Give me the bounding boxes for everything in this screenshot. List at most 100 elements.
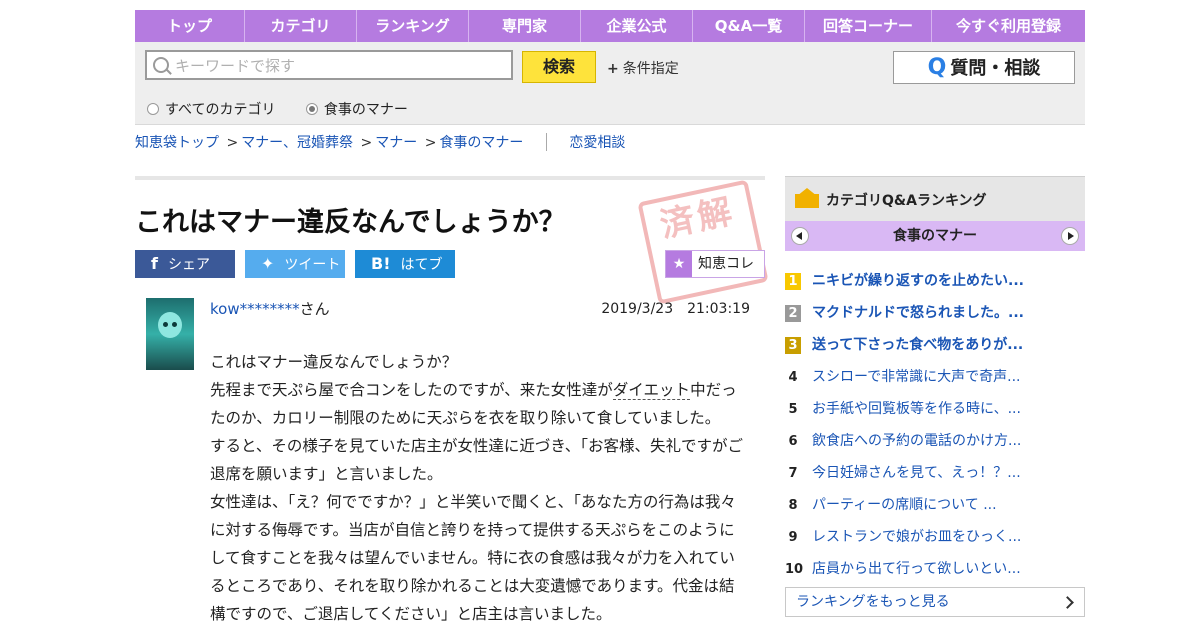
ranking-item-title[interactable]: お手紙や回覧板等を作る時に、... [812, 393, 1021, 425]
user-suffix: さん [299, 300, 330, 318]
list-item[interactable]: 2 マクドナルドで怒られました。... [785, 297, 1085, 329]
ranking-item-title[interactable]: パーティーの席順について ... [812, 489, 997, 521]
category-scope: すべてのカテゴリ 食事のマナー [147, 99, 434, 119]
radio-current-category[interactable]: 食事のマナー [305, 102, 408, 118]
list-item[interactable]: 9 レストランで娘がお皿をひっく... [785, 521, 1085, 553]
question-body: これはマナー違反なんでしょうか？ 先程まで天ぷら屋で合コンをしたのですが、来た女… [210, 348, 745, 628]
ranking-item-title[interactable]: 店員から出て行って欲しいとい... [812, 553, 1021, 585]
avatar[interactable] [146, 298, 194, 370]
hatena-icon: B! [371, 254, 391, 273]
next-arrow-icon[interactable] [1061, 227, 1079, 245]
conditions-link[interactable]: + 条件指定 [607, 58, 679, 78]
ranking-header: カテゴリQ&Aランキング [785, 176, 1085, 221]
search-button[interactable]: 検索 [522, 51, 596, 83]
ranking-list: 1 ニキビが繰り返すのを止めたい... 2 マクドナルドで怒られました。... 3送… [785, 265, 1085, 585]
breadcrumb: 知恵袋トップ > マナー、冠婚葬祭 > マナー > 食事のマナー 恋愛相談 [135, 125, 1085, 161]
list-item[interactable]: 3 送って下さった食べ物をありが... [785, 329, 1085, 361]
radio-selected-icon [305, 103, 318, 115]
breadcrumb-separator: > [226, 135, 239, 151]
more-ranking-button[interactable]: ランキングをもっと見る [785, 587, 1085, 617]
nav-qa-list[interactable]: Q&A一覧 [693, 10, 805, 42]
avatar-eye [163, 322, 168, 327]
rank-number: 10 [785, 562, 804, 577]
nav-answer-corner[interactable]: 回答コーナー [805, 10, 932, 42]
ask-question-button[interactable]: Q 質問・相談 [893, 51, 1075, 84]
ask-question-label: 質問・相談 [950, 58, 1041, 79]
nav-experts[interactable]: 専門家 [469, 10, 581, 42]
list-item[interactable]: 6 飲食店への予約の電話のかけ方... [785, 425, 1085, 457]
question-panel: 済解 これはマナー違反なんでしょうか？ f シェア ✦ ツイート B! はてブ ★ 知恵… [135, 176, 769, 623]
paragraph: 先程まで天ぷら屋で合コンをしたのですが、来た女性達がダイエット中だったのか、カロ… [210, 381, 737, 427]
rank-number: 9 [788, 530, 798, 545]
list-item[interactable]: 5 お手紙や回覧板等を作る時に、... [785, 393, 1085, 425]
ranking-category: 食事のマナー [893, 228, 977, 244]
ranking-category-bar: 食事のマナー [785, 221, 1085, 251]
facebook-label: シェア [167, 257, 210, 273]
prev-arrow-icon[interactable] [791, 227, 809, 245]
avatar-eye [172, 322, 177, 327]
facebook-share-button[interactable]: f シェア [135, 250, 235, 278]
rank-badge: 1 [785, 273, 801, 290]
search-box [145, 50, 513, 80]
ranking-item-title[interactable]: スシローで非常識に大声で奇声... [812, 361, 1021, 393]
user-name[interactable]: kow******** [210, 300, 300, 318]
rank-badge: 2 [785, 305, 801, 322]
paragraph: すると、その様子を見ていた店主が女性達に近づき、「お客様、失礼ですがご退席を願い… [210, 437, 744, 483]
list-item[interactable]: 10 店員から出て行って欲しいとい... [785, 553, 1085, 585]
list-item[interactable]: 4 スシローで非常識に大声で奇声... [785, 361, 1085, 393]
rank-number: 7 [788, 466, 798, 481]
hatena-share-button[interactable]: B! はてブ [355, 250, 455, 278]
breadcrumb-item[interactable]: 食事のマナー [439, 135, 523, 151]
breadcrumb-extra-link[interactable]: 恋愛相談 [569, 135, 625, 151]
breadcrumb-separator: > [424, 135, 437, 151]
user-info: kow********さん [210, 298, 330, 319]
breadcrumb-item[interactable]: 知恵袋トップ [135, 135, 219, 151]
post-date: 2019/3/23 21:03:19 [601, 301, 750, 317]
breadcrumb-divider [545, 133, 547, 151]
collect-label: 知恵コレ [698, 256, 754, 272]
radio-icon [147, 103, 159, 115]
twitter-label: ツイート [284, 257, 341, 273]
ranking-item-title[interactable]: 飲食店への予約の電話のかけ方... [812, 425, 1021, 457]
nav-ranking[interactable]: ランキング [357, 10, 469, 42]
ranking-sidebar: カテゴリQ&Aランキング 食事のマナー 1 ニキビが繰り返すのを止めたい... 2… [785, 176, 1085, 617]
collect-button[interactable]: ★ 知恵コレ [665, 250, 765, 278]
list-item[interactable]: 1 ニキビが繰り返すのを止めたい... [785, 265, 1085, 297]
ranking-item-title[interactable]: 送って下さった食べ物をありが... [812, 329, 1023, 361]
ranking-item-title[interactable]: マクドナルドで怒られました。... [812, 297, 1024, 329]
rank-number: 6 [788, 434, 798, 449]
search-area: 検索 +条件指定 Q質問・相談 すべてのカテゴリ 食事のマナー [135, 42, 1085, 125]
top-nav: トップ カテゴリ ランキング 専門家 企業公式 Q&A一覧 回答コーナー 今すぐ… [135, 10, 1085, 42]
nav-official[interactable]: 企業公式 [581, 10, 693, 42]
list-item[interactable]: 7 今日妊婦さんを見て、えっ！？... [785, 457, 1085, 489]
nav-top[interactable]: トップ [135, 10, 245, 42]
rank-number: 5 [788, 402, 798, 417]
paragraph: これはマナー違反なんでしょうか？ [210, 353, 458, 371]
question-title: これはマナー違反なんでしょうか？ [135, 207, 566, 238]
divider [135, 176, 765, 180]
breadcrumb-item[interactable]: マナー [375, 135, 417, 151]
keyword-link[interactable]: ダイエット [612, 381, 691, 400]
nav-register[interactable]: 今すぐ利用登録 [932, 10, 1085, 42]
page: トップ カテゴリ ランキング 専門家 企業公式 Q&A一覧 回答コーナー 今すぐ… [135, 10, 1085, 623]
q-logo-icon: Q [927, 55, 947, 80]
radio-all-label: すべてのカテゴリ [165, 102, 276, 118]
resolved-stamp: 済解 [637, 179, 769, 305]
search-icon [153, 57, 169, 73]
list-item[interactable]: 8 パーティーの席順について ... [785, 489, 1085, 521]
ranking-item-title[interactable]: 今日妊婦さんを見て、えっ！？... [812, 457, 1021, 489]
twitter-icon: ✦ [261, 254, 275, 273]
facebook-icon: f [151, 254, 158, 273]
search-input[interactable] [173, 55, 507, 77]
ranking-item-title[interactable]: レストランで娘がお皿をひっく... [812, 521, 1021, 553]
radio-current-label: 食事のマナー [323, 102, 408, 118]
ranking-title: カテゴリQ&Aランキング [826, 193, 987, 209]
crown-icon [795, 188, 819, 208]
nav-category[interactable]: カテゴリ [245, 10, 357, 42]
conditions-label: 条件指定 [622, 61, 679, 77]
ranking-item-title[interactable]: ニキビが繰り返すのを止めたい... [812, 265, 1024, 297]
radio-all-categories[interactable]: すべてのカテゴリ [147, 102, 275, 118]
breadcrumb-item[interactable]: マナー、冠婚葬祭 [241, 135, 353, 151]
star-icon: ★ [666, 251, 692, 277]
twitter-share-button[interactable]: ✦ ツイート [245, 250, 345, 278]
